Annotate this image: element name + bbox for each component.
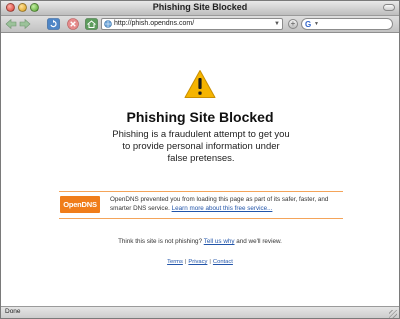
resize-grip[interactable] [389,310,397,318]
footer-separator: | [184,259,187,265]
reload-button[interactable] [47,18,60,30]
toolbar-toggle-button[interactable] [383,4,395,11]
back-arrow-icon [5,18,17,30]
status-bar: Done [1,306,399,318]
stop-icon [67,18,79,30]
browser-toolbar: http://phish.opendns.com/ ▼ + G ▼ [1,16,399,33]
tell-us-why-link[interactable]: Tell us why [204,238,235,245]
add-bookmark-button[interactable]: + [288,19,298,29]
site-favicon-icon [104,20,112,28]
footer-links: Terms | Privacy | Contact [1,259,399,265]
learn-more-link[interactable]: Learn more about this free service... [172,205,273,212]
opendns-logo: OpenDNS [60,196,100,213]
status-text: Done [5,308,21,315]
search-engine-dropdown-icon[interactable]: ▼ [314,21,319,27]
back-button[interactable] [5,18,17,30]
browser-window: Phishing Site Blocked http://phish.opend… [0,0,400,319]
divider-top [59,191,343,192]
page-heading: Phishing Site Blocked [126,109,274,125]
forward-button[interactable] [19,18,31,30]
url-text: http://phish.opendns.com/ [114,20,195,27]
home-button[interactable] [85,18,98,30]
title-bar: Phishing Site Blocked [1,1,399,16]
window-title: Phishing Site Blocked [152,2,248,12]
report-prompt: Think this site is not phishing? Tell us… [1,238,399,245]
page-description: Phishing is a fraudulent attempt to get … [112,129,290,164]
url-dropdown-icon[interactable]: ▼ [274,21,280,27]
address-bar[interactable]: http://phish.opendns.com/ ▼ [101,18,283,30]
terms-link[interactable]: Terms [167,259,183,265]
contact-link[interactable]: Contact [213,259,233,265]
report-prompt-suffix: and we'll review. [236,238,282,245]
warning-triangle-icon [184,70,216,98]
stop-button[interactable] [67,18,79,30]
privacy-link[interactable]: Privacy [188,259,207,265]
forward-arrow-icon [19,18,31,30]
search-field[interactable]: G ▼ [301,18,393,30]
opendns-notice: OpenDNS prevented you from loading this … [110,195,346,213]
report-prompt-prefix: Think this site is not phishing? [118,238,203,245]
home-icon [85,18,98,30]
divider-bottom [59,218,343,219]
footer-separator: | [209,259,211,265]
reload-icon [47,18,60,30]
page-content: Phishing Site Blocked Phishing is a frau… [1,33,399,306]
